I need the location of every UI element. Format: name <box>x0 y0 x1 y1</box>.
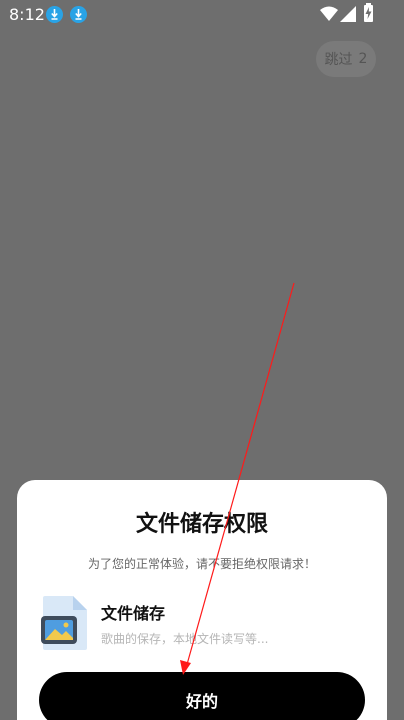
status-time: 8:12 <box>9 5 45 24</box>
status-bar: 8:12 <box>0 0 404 30</box>
permission-dialog: 文件储存权限 为了您的正常体验，请不要拒绝权限请求！ 文件储存 歌曲的保存，本地… <box>17 480 387 720</box>
permission-description: 歌曲的保存，本地文件读写等... <box>101 632 269 646</box>
skip-label: 跳过 <box>324 52 353 68</box>
download-icon <box>70 6 87 23</box>
battery-charging-icon <box>364 3 373 22</box>
signal-icon <box>340 6 356 22</box>
image-file-icon <box>41 596 87 650</box>
skip-countdown: 2 <box>358 51 368 67</box>
permission-title: 文件储存 <box>101 604 166 623</box>
skip-button[interactable]: 跳过 2 <box>316 41 376 77</box>
ok-button[interactable]: 好的 <box>39 672 365 720</box>
download-icon <box>46 6 63 23</box>
dialog-subtitle: 为了您的正常体验，请不要拒绝权限请求！ <box>87 557 316 571</box>
dialog-title: 文件储存权限 <box>135 512 268 537</box>
wifi-icon <box>320 6 338 21</box>
